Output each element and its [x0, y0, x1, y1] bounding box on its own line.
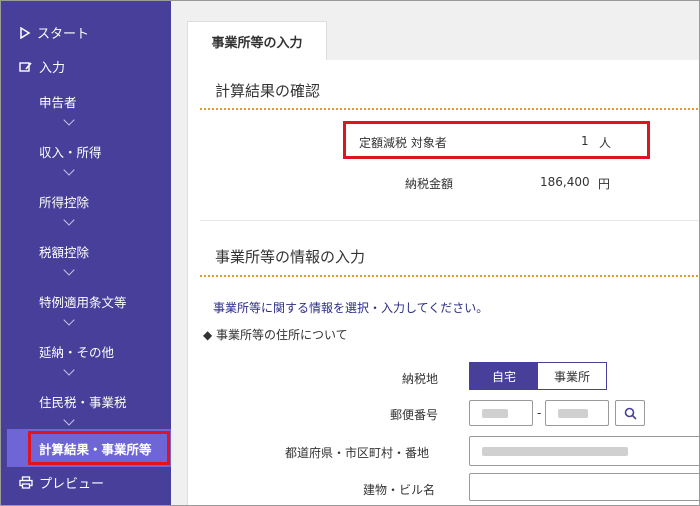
building-input[interactable]: [469, 473, 699, 501]
chevron-down-icon: [63, 114, 75, 126]
label-tax-amount: 納税金額: [405, 177, 454, 191]
sidebar-item-special-provisions[interactable]: 特例適用条文等: [39, 292, 127, 311]
app-window: スタート 入力 申告者 収入・所得 所得控除 税額控除 特例適用条文等 延納・そ…: [0, 0, 700, 506]
postal-code-second-input[interactable]: [545, 400, 609, 426]
masked-value: [482, 447, 628, 456]
sidebar-item-tax-credit[interactable]: 税額控除: [39, 242, 89, 261]
subsection-heading: ◆ 事業所等の住所について: [203, 328, 348, 342]
tax-place-toggle: 自宅 事業所: [469, 362, 607, 390]
sidebar-item-deferral[interactable]: 延納・その他: [39, 342, 114, 361]
sidebar-item-start[interactable]: スタート: [19, 23, 89, 42]
sidebar-item-label: 入力: [39, 61, 66, 76]
sidebar-item-label: プレビュー: [39, 477, 105, 492]
sidebar: スタート 入力 申告者 収入・所得 所得控除 税額控除 特例適用条文等 延納・そ…: [1, 1, 171, 505]
sidebar-item-income-deduction[interactable]: 所得控除: [39, 192, 89, 211]
divider: [200, 220, 699, 221]
chevron-down-icon: [63, 364, 75, 376]
unit-person: 人: [599, 136, 612, 150]
sidebar-item-income[interactable]: 収入・所得: [39, 142, 102, 161]
sidebar-item-applicant[interactable]: 申告者: [39, 92, 77, 111]
highlight-box: [28, 431, 170, 465]
masked-value: [558, 409, 588, 418]
label-building: 建物・ビル名: [363, 483, 436, 497]
value-tax-amount: 186,400: [540, 175, 590, 189]
divider: [200, 275, 699, 277]
edit-icon: [19, 61, 32, 72]
value-flat-tax-reduction: 1: [581, 134, 589, 148]
tab-office-input[interactable]: 事業所等の入力: [187, 21, 327, 61]
instruction-text: 事業所等に関する情報を選択・入力してください。: [213, 301, 489, 315]
postal-search-button[interactable]: [615, 400, 645, 426]
label-tax-place: 納税地: [402, 372, 439, 386]
main-area: 事業所等の入力 計算結果の確認 定額減税 対象者 1 人 納税金額 186,40…: [171, 1, 699, 505]
tax-place-option-office[interactable]: 事業所: [538, 363, 606, 389]
sidebar-item-input[interactable]: 入力: [19, 57, 65, 76]
chevron-down-icon: [63, 314, 75, 326]
chevron-down-icon: [63, 214, 75, 226]
address-input[interactable]: [469, 436, 699, 466]
play-icon: [20, 26, 31, 39]
section-title-office-info: 事業所等の情報の入力: [215, 248, 366, 266]
tax-place-option-home[interactable]: 自宅: [470, 363, 538, 389]
sidebar-item-preview[interactable]: プレビュー: [19, 473, 104, 492]
chevron-down-icon: [63, 264, 75, 276]
unit-yen: 円: [598, 177, 611, 191]
sidebar-item-resident-tax[interactable]: 住民税・事業税: [39, 392, 127, 411]
divider: [200, 108, 699, 110]
content-panel: 計算結果の確認 定額減税 対象者 1 人 納税金額 186,400 円 事業所等…: [187, 60, 699, 505]
section-title-result: 計算結果の確認: [215, 82, 321, 100]
postal-code-first-input[interactable]: [469, 400, 533, 426]
masked-value: [482, 409, 508, 418]
search-icon: [624, 407, 637, 420]
printer-icon: [19, 476, 33, 489]
label-address: 都道府県・市区町村・番地: [285, 446, 430, 460]
label-flat-tax-reduction: 定額減税 対象者: [359, 136, 447, 150]
label-postal-code: 郵便番号: [390, 408, 439, 422]
chevron-down-icon: [63, 164, 75, 176]
chevron-down-icon: [63, 414, 75, 426]
postal-dash: -: [537, 406, 542, 420]
sidebar-item-label: スタート: [37, 27, 90, 42]
